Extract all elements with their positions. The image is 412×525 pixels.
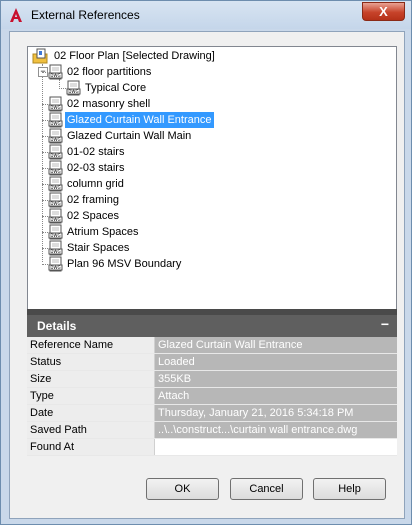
- tree-item-label: Stair Spaces: [67, 242, 130, 254]
- cancel-button[interactable]: Cancel: [230, 478, 303, 500]
- svg-text:DWG: DWG: [50, 73, 60, 78]
- tree-item-label: 02 framing: [67, 194, 119, 206]
- close-button[interactable]: X: [362, 2, 405, 21]
- details-value: Thursday, January 21, 2016 5:34:18 PM: [154, 404, 397, 422]
- svg-text:DWG: DWG: [50, 121, 60, 126]
- dwg-file-icon: DWG: [48, 240, 63, 256]
- tree-item-label: 01-02 stairs: [67, 146, 125, 158]
- details-value: Attach: [154, 387, 397, 405]
- svg-text:DWG: DWG: [50, 169, 60, 174]
- details-value: Loaded: [154, 353, 397, 371]
- dwg-file-icon: DWG: [48, 128, 63, 144]
- details-key: Found At: [27, 438, 155, 456]
- autocad-app-icon[interactable]: [8, 7, 24, 23]
- details-value: [154, 438, 397, 456]
- dwg-file-icon: DWG: [48, 112, 63, 128]
- details-key: Type: [27, 387, 155, 405]
- details-key: Saved Path: [27, 421, 155, 439]
- details-row: Reference Name Glazed Curtain Wall Entran…: [27, 337, 397, 354]
- tree-item-label: 02 Spaces: [67, 210, 119, 222]
- dwg-file-icon: DWG: [48, 224, 63, 240]
- svg-text:DWG: DWG: [50, 265, 60, 270]
- svg-text:DWG: DWG: [50, 185, 60, 190]
- details-row: Status Loaded: [27, 353, 397, 371]
- svg-text:DWG: DWG: [50, 153, 60, 158]
- tree-item-label: Typical Core: [85, 82, 147, 94]
- tree-item-label: Plan 96 MSV Boundary: [67, 258, 182, 270]
- tree-guide-line: [59, 88, 66, 89]
- dwg-file-icon: DWG: [66, 80, 81, 96]
- dwg-file-icon: DWG: [48, 144, 63, 160]
- details-key: Size: [27, 370, 155, 388]
- svg-text:DWG: DWG: [50, 105, 60, 110]
- folder-drawing-icon: [32, 48, 48, 64]
- svg-text:DWG: DWG: [50, 217, 60, 222]
- dwg-file-icon: DWG: [48, 192, 63, 208]
- tree-item-label: Glazed Curtain Wall Entrance: [65, 112, 214, 128]
- details-row: Date Thursday, January 21, 2016 5:34:18 P…: [27, 404, 397, 422]
- details-key: Status: [27, 353, 155, 371]
- dwg-file-icon: DWG: [48, 256, 63, 272]
- svg-text:DWG: DWG: [50, 233, 60, 238]
- details-row: Type Attach: [27, 387, 397, 405]
- close-icon: X: [379, 4, 388, 19]
- details-header[interactable]: Details −: [27, 315, 397, 337]
- details-value: Glazed Curtain Wall Entrance: [154, 337, 397, 354]
- svg-text:DWG: DWG: [50, 137, 60, 142]
- xref-tree[interactable]: 02 Floor Plan [Selected Drawing] − DWG 02…: [27, 46, 397, 311]
- details-value: ..\..\construct...\curtain wall entrance…: [154, 421, 397, 439]
- details-key: Date: [27, 404, 155, 422]
- title-bar[interactable]: External References X: [1, 1, 411, 29]
- dwg-file-icon: DWG: [48, 64, 63, 80]
- tree-item-label: Glazed Curtain Wall Main: [67, 130, 192, 142]
- collapse-icon[interactable]: −: [381, 316, 389, 332]
- minus-icon: −: [40, 66, 46, 76]
- window-title: External References: [31, 8, 140, 22]
- dwg-file-icon: DWG: [48, 96, 63, 112]
- tree-item-label: column grid: [67, 178, 124, 190]
- help-button[interactable]: Help: [313, 478, 386, 500]
- tree-item-label: Atrium Spaces: [67, 226, 139, 238]
- ok-button[interactable]: OK: [146, 478, 219, 500]
- tree-root-label: 02 Floor Plan [Selected Drawing]: [54, 50, 215, 62]
- external-references-window: External References X 02 Floor Plan [Sel…: [0, 0, 412, 525]
- svg-text:DWG: DWG: [50, 249, 60, 254]
- dialog-body: 02 Floor Plan [Selected Drawing] − DWG 02…: [9, 31, 405, 519]
- details-table: Reference Name Glazed Curtain Wall Entran…: [27, 337, 397, 456]
- tree-item-label: 02 masonry shell: [67, 98, 151, 110]
- details-row: Size 355KB: [27, 370, 397, 388]
- tree-guide-line: [59, 79, 60, 87]
- details-value: 355KB: [154, 370, 397, 388]
- details-key: Reference Name: [27, 337, 155, 354]
- svg-text:DWG: DWG: [68, 89, 78, 94]
- details-title: Details: [37, 319, 77, 333]
- details-row: Found At: [27, 438, 397, 456]
- tree-item-label: 02 floor partitions: [67, 66, 152, 78]
- dwg-file-icon: DWG: [48, 208, 63, 224]
- details-row: Saved Path ..\..\construct...\curtain wal…: [27, 421, 397, 439]
- dwg-file-icon: DWG: [48, 160, 63, 176]
- dwg-file-icon: DWG: [48, 176, 63, 192]
- tree-item-label: 02-03 stairs: [67, 162, 125, 174]
- svg-text:DWG: DWG: [50, 201, 60, 206]
